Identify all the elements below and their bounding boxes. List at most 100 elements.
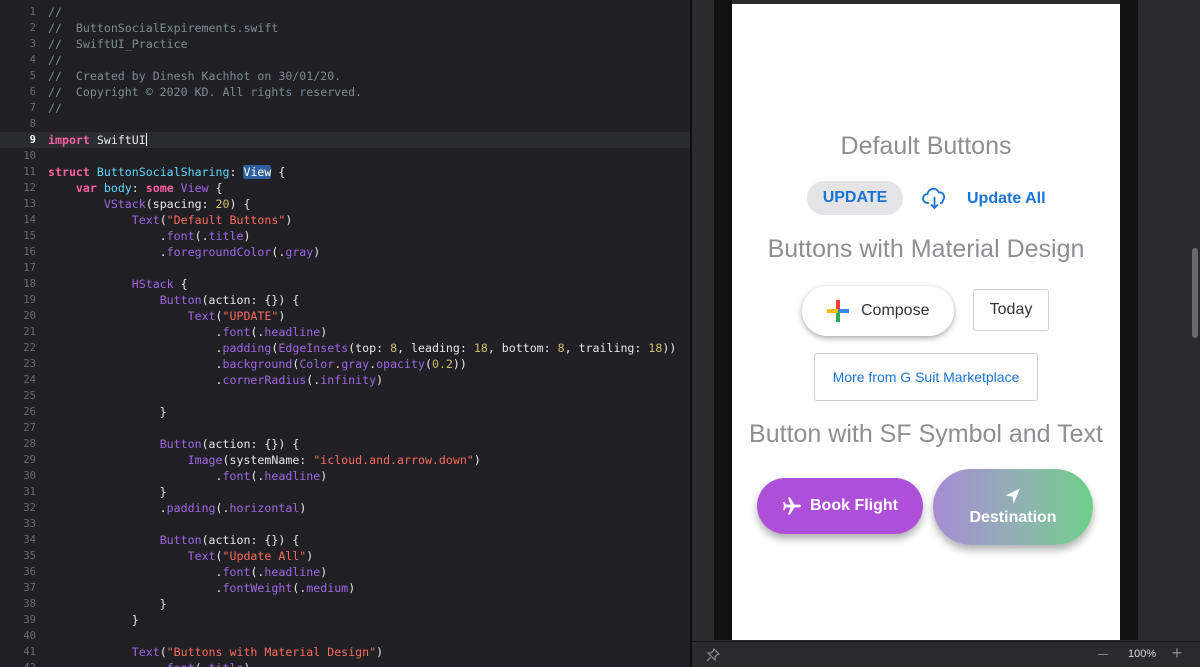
code-text: //: [48, 4, 62, 20]
device-bezel-right: [1120, 0, 1138, 640]
code-line[interactable]: 34 Button(action: {}) {: [0, 532, 690, 548]
code-line[interactable]: 12 var body: some View {: [0, 180, 690, 196]
code-line[interactable]: 27: [0, 420, 690, 436]
update-all-button[interactable]: Update All: [967, 190, 1046, 208]
code-token: (: [159, 645, 167, 659]
code-line[interactable]: 21 .font(.headline): [0, 324, 690, 340]
line-number: 32: [23, 502, 36, 514]
zoom-level: 100%: [1128, 648, 1157, 660]
pin-icon[interactable]: [706, 648, 720, 662]
code-token: infinity: [320, 373, 377, 387]
code-editor[interactable]: 1 // 2 // ButtonSocialExpirements.swift 3 // …: [0, 0, 690, 667]
code-line[interactable]: 19 Button(action: {}) {: [0, 292, 690, 308]
code-token: Text: [131, 213, 160, 227]
code-token: ButtonSocialSharing: [96, 165, 230, 179]
code-line[interactable]: 1 //: [0, 4, 690, 20]
code-line[interactable]: 25: [0, 388, 690, 404]
code-line[interactable]: 36 .font(.headline): [0, 564, 690, 580]
code-line[interactable]: 41 Text("Buttons with Material Design"): [0, 644, 690, 660]
code-line[interactable]: 10: [0, 148, 690, 164]
code-line[interactable]: 23 .background(Color.gray.opacity(0.2)): [0, 356, 690, 372]
code-line[interactable]: 4 //: [0, 52, 690, 68]
code-line[interactable]: 16 .foregroundColor(.gray): [0, 244, 690, 260]
code-token: headline: [264, 565, 321, 579]
code-line[interactable]: 28 Button(action: {}) {: [0, 436, 690, 452]
code-line[interactable]: 30 .font(.headline): [0, 468, 690, 484]
code-line[interactable]: 3 // SwiftUI_Practice: [0, 36, 690, 52]
code-line[interactable]: 40: [0, 628, 690, 644]
code-line[interactable]: 18 HStack {: [0, 276, 690, 292]
destination-button[interactable]: Destination: [933, 469, 1093, 545]
code-token: medium: [306, 581, 349, 595]
code-token: font: [222, 469, 251, 483]
line-number: 24: [23, 374, 36, 386]
heading-sf-symbol: Button with SF Symbol and Text: [749, 420, 1103, 448]
code-line[interactable]: 6 // Copyright © 2020 KD. All rights rese…: [0, 84, 690, 100]
code-line[interactable]: 31 }: [0, 484, 690, 500]
code-token: , bottom:: [487, 341, 558, 355]
zoom-out-button[interactable]: [1098, 654, 1108, 655]
code-line[interactable]: 42 .font(.title): [0, 660, 690, 667]
code-line[interactable]: 11 struct ButtonSocialSharing: View {: [0, 164, 690, 180]
line-number: 33: [23, 518, 36, 530]
code-line[interactable]: 13 VStack(spacing: 20) {: [0, 196, 690, 212]
code-line[interactable]: 39 }: [0, 612, 690, 628]
code-token: }: [48, 405, 167, 419]
code-token: ): [306, 549, 314, 563]
zoom-in-button[interactable]: +: [1168, 644, 1186, 662]
code-line[interactable]: 9 import SwiftUI: [0, 132, 690, 148]
canvas-preview: Default Buttons UPDATE Update All Button…: [692, 0, 1200, 667]
line-number: 7: [29, 102, 36, 114]
code-line[interactable]: 20 Text("UPDATE"): [0, 308, 690, 324]
code-token: .: [48, 229, 167, 243]
code-line[interactable]: 37 .fontWeight(.medium): [0, 580, 690, 596]
code-line[interactable]: 22 .padding(EdgeInsets(top: 8, leading: …: [0, 340, 690, 356]
code-line[interactable]: 33: [0, 516, 690, 532]
code-text: Text("Buttons with Material Design"): [48, 644, 383, 660]
code-token: "icloud.and.arrow.down": [313, 453, 474, 467]
line-number: 40: [23, 630, 36, 642]
vertical-scrollbar[interactable]: [1192, 248, 1198, 338]
code-line[interactable]: 7 //: [0, 100, 690, 116]
line-number: 4: [29, 54, 36, 66]
code-token: //: [48, 101, 62, 115]
code-line[interactable]: 8: [0, 116, 690, 132]
code-token: font: [222, 565, 251, 579]
update-button[interactable]: UPDATE: [807, 181, 903, 215]
book-flight-button[interactable]: Book Flight: [757, 478, 923, 534]
code-line[interactable]: 26 }: [0, 404, 690, 420]
code-line[interactable]: 15 .font(.title): [0, 228, 690, 244]
code-line[interactable]: 24 .cornerRadius(.infinity): [0, 372, 690, 388]
code-text: Button(action: {}) {: [48, 292, 300, 308]
code-token: ): [299, 501, 307, 515]
compose-button[interactable]: Compose: [802, 286, 954, 336]
code-token: }: [48, 597, 167, 611]
code-line[interactable]: 17: [0, 260, 690, 276]
code-text: HStack {: [48, 276, 188, 292]
icloud-download-button[interactable]: [922, 187, 948, 210]
code-line[interactable]: 29 Image(systemName: "icloud.and.arrow.d…: [0, 452, 690, 468]
code-line[interactable]: 32 .padding(.horizontal): [0, 500, 690, 516]
code-line[interactable]: 14 Text("Default Buttons"): [0, 212, 690, 228]
today-button[interactable]: Today: [973, 289, 1049, 331]
code-token: ): [320, 565, 328, 579]
code-line[interactable]: 5 // Created by Dinesh Kachhot on 30/01/2…: [0, 68, 690, 84]
line-number: 5: [29, 70, 36, 82]
code-token: "UPDATE": [222, 309, 279, 323]
code-text: Text("Default Buttons"): [48, 212, 293, 228]
code-line[interactable]: 38 }: [0, 596, 690, 612]
line-number: 2: [29, 22, 36, 34]
code-token: 20: [215, 197, 230, 211]
code-token: (top:: [348, 341, 391, 355]
code-line[interactable]: 2 // ButtonSocialExpirements.swift: [0, 20, 690, 36]
code-token: headline: [264, 469, 321, 483]
code-text: .font(.title): [48, 660, 251, 667]
line-number: 18: [23, 278, 36, 290]
code-token: ): [313, 245, 321, 259]
marketplace-button[interactable]: More from G Suit Marketplace: [814, 353, 1038, 401]
code-token: Text: [187, 309, 216, 323]
code-token: )): [452, 357, 467, 371]
code-line[interactable]: 35 Text("Update All"): [0, 548, 690, 564]
